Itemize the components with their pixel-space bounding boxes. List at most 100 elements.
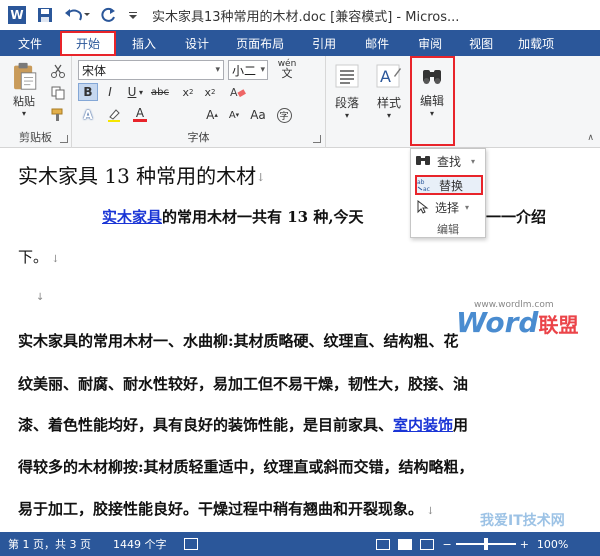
font-name-select[interactable]: 宋体 ▾ bbox=[78, 60, 224, 80]
customize-toolbar-icon[interactable] bbox=[126, 4, 140, 26]
tab-view[interactable]: 视图 bbox=[456, 30, 506, 56]
svg-text:ac: ac bbox=[423, 186, 430, 192]
web-layout-icon[interactable] bbox=[420, 538, 435, 550]
status-bar: 第 1 页，共 3 页 1449 个字 − + 100% bbox=[0, 532, 600, 556]
tab-mailings[interactable]: 邮件 bbox=[350, 30, 404, 56]
undo-icon[interactable] bbox=[62, 4, 92, 26]
save-icon[interactable] bbox=[34, 4, 56, 26]
zoom-out-button[interactable]: − bbox=[442, 538, 451, 551]
paragraph-2-line-3: 漆、着色性能均好，具有良好的装饰性能，是目前家具、室内装饰用 bbox=[18, 416, 469, 434]
link-interior-decoration[interactable]: 室内装饰 bbox=[393, 416, 453, 434]
clear-format-icon[interactable]: A bbox=[228, 83, 248, 101]
font-group-label: 字体 bbox=[187, 131, 210, 144]
ribbon: 粘贴 ▾ 剪贴板 宋体 ▾ 小二 ▾ wén 文 B I U ▾ abc x 2… bbox=[0, 56, 600, 148]
font-launcher-icon[interactable] bbox=[313, 135, 321, 143]
replace-icon: abac bbox=[417, 179, 430, 192]
svg-text:A: A bbox=[380, 67, 391, 86]
styles-icon: A bbox=[376, 64, 401, 88]
clipboard-launcher-icon[interactable] bbox=[60, 135, 68, 143]
italic-button[interactable]: I bbox=[100, 83, 120, 101]
document-heading: 实木家具 13 种常用的木材↓ bbox=[18, 164, 266, 188]
grow-font-icon[interactable]: A ▴ bbox=[202, 106, 222, 124]
tab-file[interactable]: 文件 bbox=[0, 30, 61, 56]
page-count[interactable]: 第 1 页，共 3 页 bbox=[8, 536, 91, 552]
window-title: 实木家具13种常用的木材.doc [兼容模式] - Micros... bbox=[152, 9, 460, 25]
collapse-ribbon-icon[interactable]: ∧ bbox=[587, 133, 594, 143]
tab-insert[interactable]: 插入 bbox=[116, 30, 172, 56]
word-count[interactable]: 1449 个字 bbox=[113, 536, 167, 552]
zoom-slider[interactable] bbox=[455, 538, 516, 550]
heading-text: 实木家具 13 种常用的木材 bbox=[18, 164, 257, 188]
cut-icon[interactable] bbox=[48, 62, 68, 80]
font-size-select[interactable]: 小二 ▾ bbox=[228, 60, 268, 80]
replace-label: 替换 bbox=[439, 178, 464, 193]
select-menu-item[interactable]: 选择 ▾ bbox=[415, 197, 483, 217]
watermark-site: 我爱IT技术网 bbox=[480, 513, 565, 529]
paragraph-icon bbox=[335, 64, 359, 88]
font-size-value: 小二 bbox=[232, 63, 257, 78]
binoculars-icon bbox=[416, 156, 430, 165]
underline-dropdown-icon[interactable]: ▾ bbox=[136, 83, 146, 101]
proofing-icon[interactable] bbox=[184, 538, 199, 550]
editing-dropdown-menu: 查找 ▾ ab ac 替换 选择 ▾ 编辑 bbox=[410, 148, 486, 238]
superscript-button[interactable]: x2 bbox=[200, 83, 220, 101]
chevron-down-icon: ▾ bbox=[465, 202, 470, 212]
change-case-icon[interactable]: Aa bbox=[248, 106, 268, 124]
svg-text:ab: ab bbox=[417, 179, 425, 186]
font-name-value: 宋体 bbox=[82, 63, 107, 78]
format-painter-icon[interactable] bbox=[48, 106, 68, 124]
p1-rest: 的常用木材一共有 13 种,今天 bbox=[162, 208, 364, 226]
link-solid-wood-furniture[interactable]: 实木家具 bbox=[102, 208, 162, 226]
paragraph-group[interactable]: 段落 ▾ bbox=[326, 56, 366, 148]
styles-label: 样式 bbox=[376, 96, 401, 110]
tab-review[interactable]: 审阅 bbox=[404, 30, 456, 56]
phonetic-char: 文 bbox=[281, 67, 293, 80]
strikethrough-button[interactable]: abc bbox=[150, 83, 170, 101]
replace-menu-item[interactable]: ab ac 替换 bbox=[415, 175, 483, 195]
redo-icon[interactable] bbox=[98, 4, 120, 26]
zoom-level[interactable]: 100% bbox=[537, 538, 568, 551]
editing-highlight-box bbox=[410, 56, 455, 146]
paragraph-2-line-4: 得较多的木材柳按:其材质轻重适中，纹理直或斜而交错，结构略粗， bbox=[18, 458, 474, 476]
paragraph-1-line-2: 下。 ↓ bbox=[18, 248, 60, 266]
tab-references[interactable]: 引用 bbox=[298, 30, 350, 56]
styles-button[interactable]: A 样式 ▾ bbox=[372, 60, 406, 124]
word-app-icon[interactable]: W bbox=[6, 4, 28, 26]
font-color-icon[interactable]: A bbox=[130, 106, 150, 124]
shrink-font-icon[interactable]: A ▾ bbox=[224, 106, 244, 124]
paste-button[interactable]: 粘贴 ▾ bbox=[6, 62, 42, 118]
paragraph-button[interactable]: 段落 ▾ bbox=[330, 60, 364, 124]
paragraph-label: 段落 bbox=[334, 96, 359, 110]
chevron-down-icon: ▾ bbox=[215, 65, 220, 75]
svg-text:A: A bbox=[230, 86, 238, 99]
tab-design[interactable]: 设计 bbox=[172, 30, 222, 56]
find-label: 查找 bbox=[437, 154, 462, 169]
print-layout-icon[interactable] bbox=[398, 538, 413, 550]
phonetic-guide-button[interactable]: wén 文 bbox=[274, 60, 300, 80]
subscript-button[interactable]: x2 bbox=[178, 83, 198, 101]
enclose-char-icon[interactable]: 字 bbox=[274, 106, 294, 124]
title-bar: W 实木家具13种常用的木材.doc [兼容模式] - Micros... bbox=[0, 0, 600, 30]
chevron-down-icon: ▾ bbox=[260, 65, 265, 75]
copy-icon[interactable] bbox=[48, 84, 68, 102]
paragraph-2-line-1: 实木家具的常用木材一、水曲柳:其材质略硬、纹理直、结构粗、花 bbox=[18, 332, 459, 350]
highlight-color-icon[interactable] bbox=[104, 106, 124, 124]
font-group: 宋体 ▾ 小二 ▾ wén 文 B I U ▾ abc x2 x2 A A A … bbox=[72, 56, 326, 148]
cursor-arrow-icon bbox=[417, 200, 429, 214]
read-mode-icon[interactable] bbox=[376, 538, 391, 550]
bold-button[interactable]: B bbox=[78, 83, 98, 101]
zoom-in-button[interactable]: + bbox=[520, 538, 529, 551]
find-menu-item[interactable]: 查找 ▾ bbox=[415, 151, 483, 171]
chevron-down-icon: ▾ bbox=[386, 111, 391, 120]
styles-group[interactable]: A 样式 ▾ bbox=[370, 56, 408, 148]
ribbon-tabs: 文件 开始 插入 设计 页面布局 引用 邮件 审阅 视图 加载项 bbox=[0, 30, 600, 56]
text-effects-icon[interactable]: A bbox=[78, 106, 98, 124]
paragraph-1-line-1-tail: 一一介绍 bbox=[486, 208, 547, 226]
paragraph-2-line-5: 易于加工，胶接性能良好。干燥过程中稍有翘曲和开裂现象。 ↓ bbox=[18, 500, 435, 518]
document-area[interactable]: 实木家具 13 种常用的木材↓ 实木家具的常用木材一共有 13 种,今天 一一介… bbox=[0, 148, 600, 532]
tab-addins[interactable]: 加载项 bbox=[506, 30, 566, 56]
tab-home[interactable]: 开始 bbox=[60, 31, 117, 56]
tab-layout[interactable]: 页面布局 bbox=[222, 30, 298, 56]
chevron-down-icon: ▾ bbox=[21, 109, 26, 118]
paragraph-2-line-2: 纹美丽、耐腐、耐水性较好，易加工但不易干燥，韧性大，胶接、油 bbox=[18, 375, 469, 393]
